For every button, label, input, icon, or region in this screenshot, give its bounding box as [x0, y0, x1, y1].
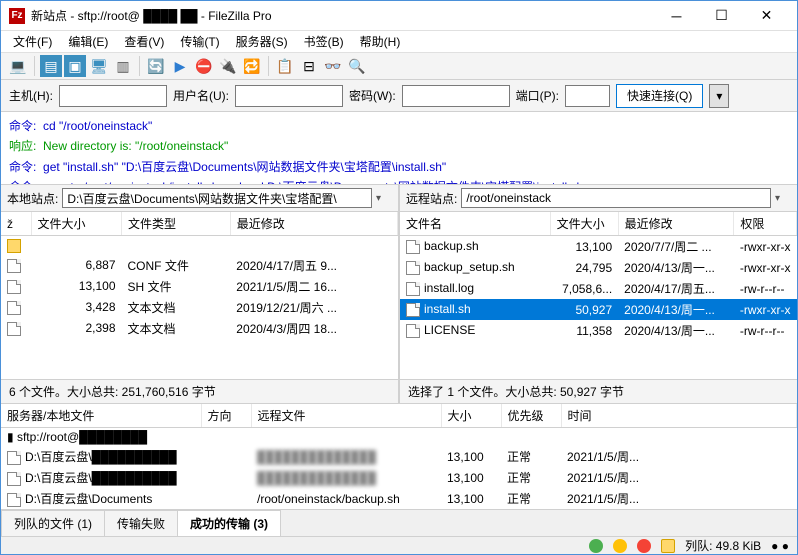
menu-bar: 文件(F) 编辑(E) 查看(V) 传输(T) 服务器(S) 书签(B) 帮助(…: [1, 31, 797, 53]
log-line: 命令: get "install.sh" "D:\百度云盘\Documents\…: [9, 160, 446, 174]
search-icon[interactable]: 🔍: [346, 55, 368, 77]
list-item: 2,398文本文档2020/4/3/周四 18...: [1, 318, 398, 339]
menu-bookmarks[interactable]: 书签(B): [296, 31, 352, 52]
user-label: 用户名(U):: [173, 87, 229, 104]
message-log[interactable]: 命令: cd "/root/oneinstack" 响应: New direct…: [1, 112, 797, 185]
menu-edit[interactable]: 编辑(E): [60, 31, 116, 52]
title-bar: Fz 新站点 - sftp://root@ ████ ██ - FileZill…: [1, 1, 797, 31]
list-item: backup_setup.sh24,7952020/4/13/周一...-rwx…: [400, 257, 797, 278]
toolbar: 💻 ▤ ▣ 🖥 ▥ 🔄 ▶ ⛔ 🔌 🔁 📋 ⊟ 👓 🔍: [1, 53, 797, 80]
remote-file-list[interactable]: 文件名文件大小最近修改权限 backup.sh13,1002020/7/7/周二…: [400, 212, 797, 379]
tab-failed[interactable]: 传输失败: [104, 510, 178, 536]
queue-row: D:\百度云盘\████████████████████████13,100正常…: [1, 467, 797, 488]
cancel-icon[interactable]: ⛔: [193, 55, 215, 77]
log-line: 命令: cd "/root/oneinstack": [9, 119, 152, 133]
list-item: backup.sh13,1002020/7/7/周二 ...-rwxr-xr-x: [400, 236, 797, 258]
pass-input[interactable]: [402, 85, 510, 107]
disconnect-icon[interactable]: 🔌: [217, 55, 239, 77]
local-path-input[interactable]: [62, 188, 372, 208]
transfer-queue[interactable]: 服务器/本地文件方向远程文件大小优先级时间 ▮ sftp://root@████…: [1, 404, 797, 509]
file-icon: [7, 451, 21, 465]
status-dots: ● ●: [771, 539, 789, 553]
file-icon: [406, 303, 420, 317]
list-item: [1, 236, 398, 255]
tab-queued[interactable]: 列队的文件 (1): [1, 510, 105, 536]
file-icon: [7, 280, 21, 294]
menu-help[interactable]: 帮助(H): [352, 31, 409, 52]
user-input[interactable]: [235, 85, 343, 107]
log-line: 响应: New directory is: "/root/oneinstack": [9, 139, 228, 153]
reconnect-icon[interactable]: 🔁: [241, 55, 263, 77]
queue-tabs: 列队的文件 (1) 传输失败 成功的传输 (3): [1, 509, 797, 536]
status-indicator-icon: [637, 539, 651, 553]
list-item: install.sh50,9272020/4/13/周一...-rwxr-xr-…: [400, 299, 797, 320]
window-title: 新站点 - sftp://root@ ████ ██ - FileZilla P…: [31, 7, 654, 24]
queue-server-row: ▮ sftp://root@████████: [1, 428, 797, 447]
compare-icon[interactable]: ⊟: [298, 55, 320, 77]
file-icon: [7, 301, 21, 315]
list-item: LICENSE11,3582020/4/13/周一...-rw-r--r--: [400, 320, 797, 341]
main-split: ž文件大小文件类型最近修改 6,887CONF 文件2020/4/17/周五 9…: [1, 212, 797, 380]
remote-pane: 文件名文件大小最近修改权限 backup.sh13,1002020/7/7/周二…: [400, 212, 797, 379]
app-icon: Fz: [9, 8, 25, 24]
pass-label: 密码(W):: [349, 87, 396, 104]
queue-row: D:\百度云盘\████████████████████████13,100正常…: [1, 446, 797, 467]
list-item: 3,428文本文档2019/12/21/周六 ...: [1, 297, 398, 318]
port-input[interactable]: [565, 85, 610, 107]
queue-row: D:\百度云盘\Documents/root/oneinstack/backup…: [1, 488, 797, 509]
menu-transfer[interactable]: 传输(T): [172, 31, 227, 52]
local-file-list[interactable]: ž文件大小文件类型最近修改 6,887CONF 文件2020/4/17/周五 9…: [1, 212, 398, 379]
status-bar: 列队: 49.8 KiB ● ●: [1, 536, 797, 554]
list-item: 13,100SH 文件2021/1/5/周二 16...: [1, 276, 398, 297]
remote-site-label: 远程站点:: [406, 190, 457, 207]
sync-browse-icon[interactable]: 👓: [322, 55, 344, 77]
list-item: 6,887CONF 文件2020/4/17/周五 9...: [1, 255, 398, 276]
close-button[interactable]: ✕: [744, 1, 789, 31]
refresh-icon[interactable]: 🔄: [145, 55, 167, 77]
quickconnect-bar: 主机(H): 用户名(U): 密码(W): 端口(P): 快速连接(Q) ▾: [1, 80, 797, 112]
remote-status: 选择了 1 个文件。大小总共: 50,927 字节: [400, 380, 797, 403]
menu-server[interactable]: 服务器(S): [228, 31, 296, 52]
toggle-log-icon[interactable]: ▤: [40, 55, 62, 77]
lock-icon: [661, 539, 675, 553]
local-status: 6 个文件。大小总共: 251,760,516 字节: [1, 380, 400, 403]
folder-icon: [7, 239, 21, 253]
file-icon: [7, 472, 21, 486]
file-icon: [406, 324, 420, 338]
site-manager-icon[interactable]: 💻: [7, 55, 29, 77]
filter-icon[interactable]: 📋: [274, 55, 296, 77]
queue-size: 列队: 49.8 KiB: [685, 537, 761, 554]
file-icon: [7, 493, 21, 507]
status-indicator-icon: [613, 539, 627, 553]
file-icon: [7, 322, 21, 336]
host-input[interactable]: [59, 85, 167, 107]
tab-success[interactable]: 成功的传输 (3): [177, 510, 281, 536]
status-indicator-icon: [589, 539, 603, 553]
local-site-label: 本地站点:: [7, 190, 58, 207]
menu-view[interactable]: 查看(V): [116, 31, 172, 52]
quickconnect-button[interactable]: 快速连接(Q): [616, 84, 703, 108]
toggle-remote-tree-icon[interactable]: 🖥: [88, 55, 110, 77]
minimize-button[interactable]: ─: [654, 1, 699, 31]
quickconnect-dropdown[interactable]: ▾: [709, 84, 729, 108]
list-item: install.log7,058,6...2020/4/17/周五...-rw-…: [400, 278, 797, 299]
maximize-button[interactable]: ☐: [699, 1, 744, 31]
port-label: 端口(P):: [516, 87, 559, 104]
toggle-queue-icon[interactable]: ▥: [112, 55, 134, 77]
process-queue-icon[interactable]: ▶: [169, 55, 191, 77]
remote-path-input[interactable]: [461, 188, 771, 208]
file-icon: [406, 282, 420, 296]
host-label: 主机(H):: [9, 87, 53, 104]
menu-file[interactable]: 文件(F): [5, 31, 60, 52]
chevron-down-icon[interactable]: ▾: [376, 193, 392, 204]
toggle-local-tree-icon[interactable]: ▣: [64, 55, 86, 77]
chevron-down-icon[interactable]: ▾: [775, 193, 791, 204]
local-pane: ž文件大小文件类型最近修改 6,887CONF 文件2020/4/17/周五 9…: [1, 212, 400, 379]
file-icon: [406, 261, 420, 275]
file-icon: [406, 240, 420, 254]
file-icon: [7, 259, 21, 273]
